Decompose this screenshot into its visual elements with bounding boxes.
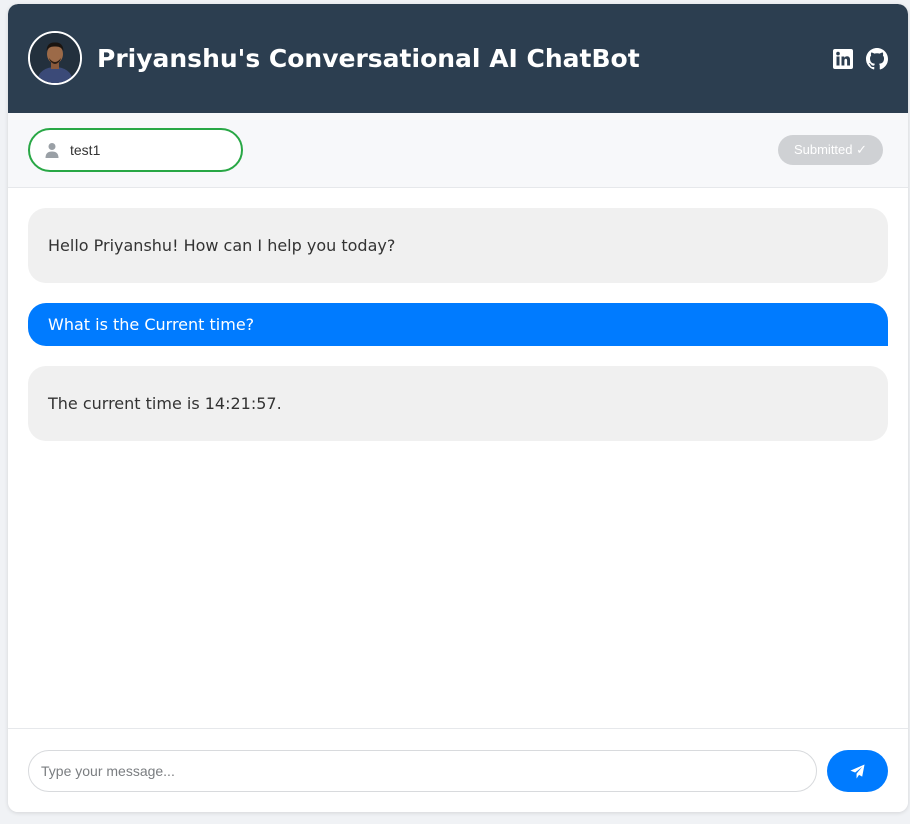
github-icon — [866, 48, 888, 70]
paper-plane-icon — [850, 764, 865, 779]
composer — [8, 728, 908, 812]
username-field — [28, 128, 243, 172]
user-bar: Submitted ✓ — [8, 113, 908, 188]
user-message: What is the Current time? — [28, 303, 888, 346]
github-link[interactable] — [865, 47, 889, 71]
user-icon — [45, 143, 59, 158]
bot-message: The current time is 14:21:57. — [28, 366, 888, 441]
send-button[interactable] — [827, 750, 888, 792]
submit-username-button[interactable]: Submitted ✓ — [778, 135, 883, 165]
header: Priyanshu's Conversational AI ChatBot — [8, 4, 908, 113]
linkedin-link[interactable] — [831, 47, 855, 71]
avatar — [28, 31, 82, 85]
chat-app: Priyanshu's Conversational AI ChatBot Su… — [8, 4, 908, 812]
message-input[interactable] — [28, 750, 817, 792]
linkedin-icon — [833, 49, 853, 69]
app-title: Priyanshu's Conversational AI ChatBot — [97, 44, 640, 73]
profile-photo-icon — [30, 33, 80, 83]
bot-message: Hello Priyanshu! How can I help you toda… — [28, 208, 888, 283]
username-input[interactable] — [70, 130, 230, 170]
